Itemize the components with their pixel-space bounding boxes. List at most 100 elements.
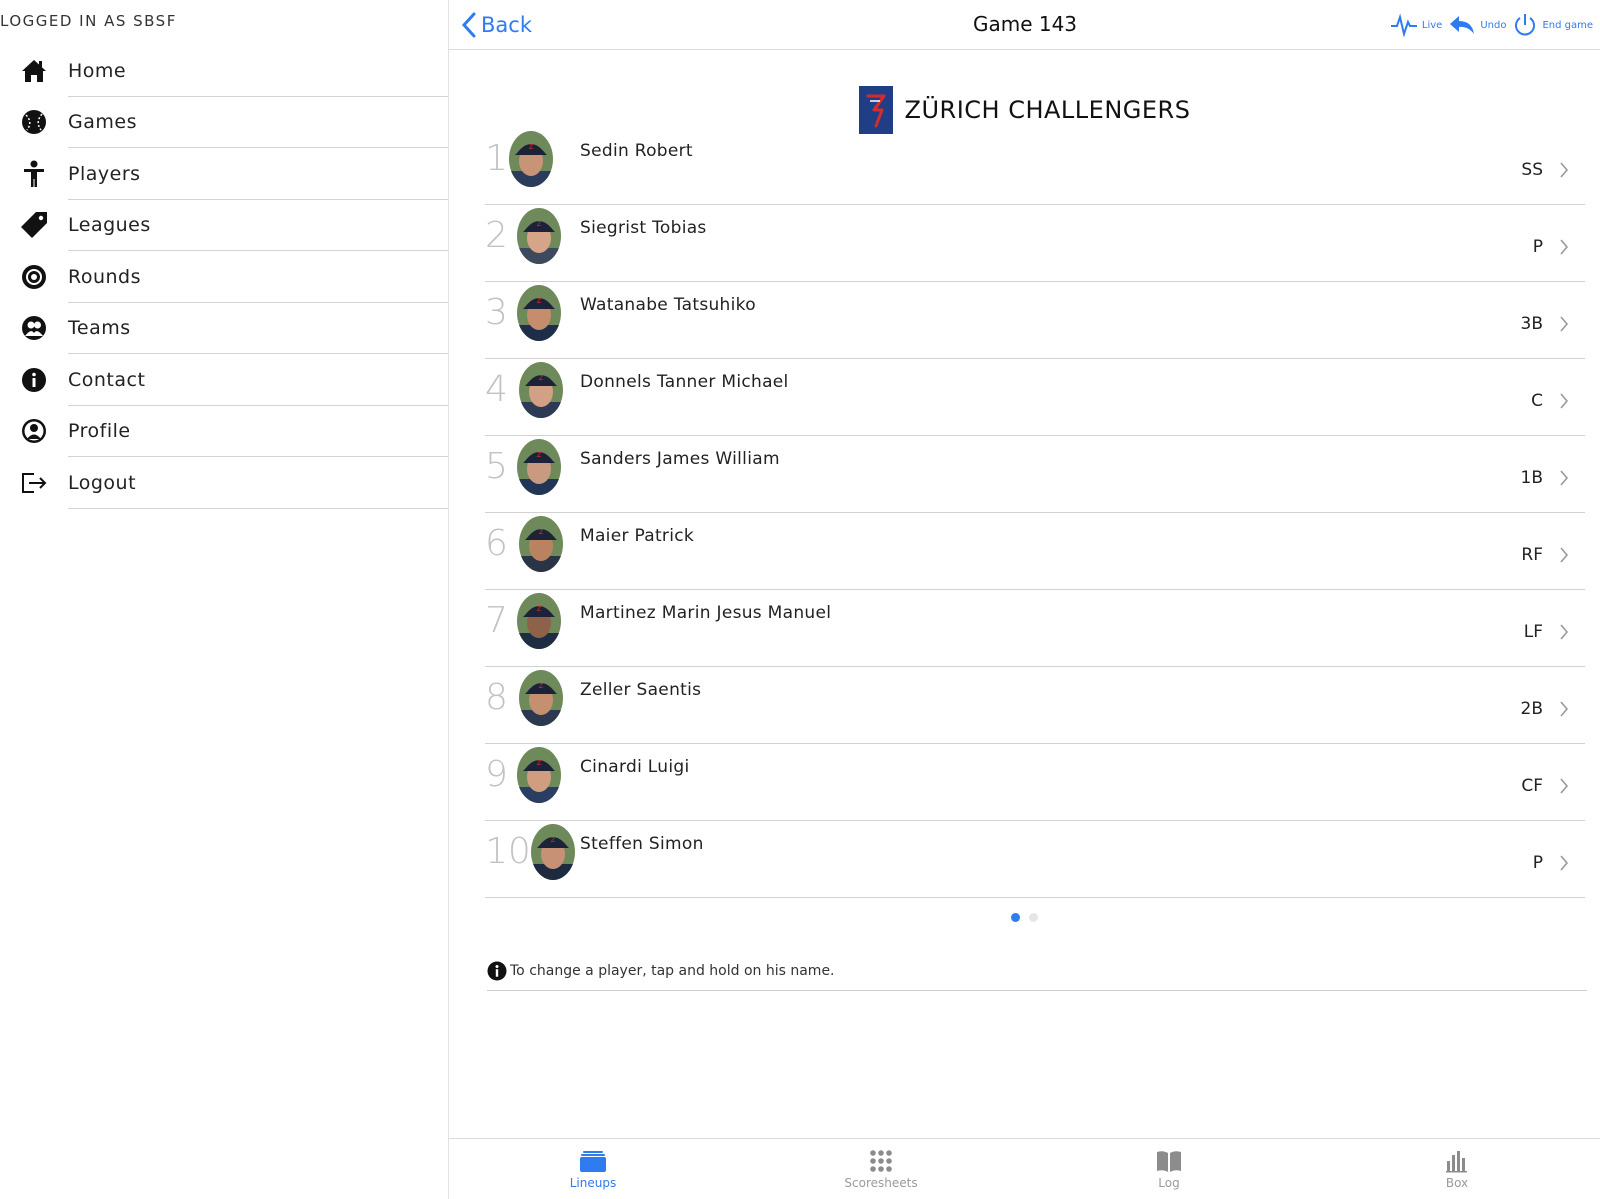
sidebar-item-label: Teams (68, 317, 131, 340)
hint-text: To change a player, tap and hold on his … (510, 962, 835, 979)
lineup-row[interactable]: 8 Z Zeller Saentis 2B (485, 667, 1585, 744)
player-name[interactable]: Steffen Simon (580, 834, 704, 854)
live-button[interactable]: Live (1390, 13, 1442, 37)
player-name[interactable]: Watanabe Tatsuhiko (580, 295, 756, 315)
player-avatar: Z (517, 747, 561, 803)
undo-icon (1450, 16, 1475, 34)
sidebar-item-label: Rounds (68, 265, 142, 288)
sidebar-item-profile[interactable]: Profile (0, 406, 448, 458)
lineup-row[interactable]: 7 Z Martinez Marin Jesus Manuel LF (485, 590, 1585, 667)
sidebar-item-label: Players (68, 162, 141, 185)
chevron-right-icon (1559, 777, 1569, 799)
batting-order-number: 8 (485, 677, 508, 718)
tab-scoresheets[interactable]: Scoresheets (737, 1139, 1025, 1199)
logout-icon (20, 469, 48, 497)
player-position: SS (1521, 160, 1543, 180)
player-avatar: Z (517, 439, 561, 495)
lineup-row[interactable]: 2 Z Siegrist Tobias P (485, 205, 1585, 282)
game-actions: Live Undo End game (1390, 12, 1593, 38)
lineup-row[interactable]: 5 Z Sanders James William 1B (485, 436, 1585, 513)
lineup-row[interactable]: 4 Z Donnels Tanner Michael C (485, 359, 1585, 436)
baseball-icon (20, 108, 48, 136)
player-avatar: Z (517, 208, 561, 264)
tab-lineups[interactable]: Lineups (449, 1139, 737, 1199)
target-icon (20, 263, 48, 291)
player-position: LF (1523, 622, 1543, 642)
player-name[interactable]: Maier Patrick (580, 526, 694, 546)
lineup-list: 1 Z Sedin Robert SS 2 Z Siegrist Tobias P 3 Z Wata… (485, 128, 1585, 898)
sidebar-item-rounds[interactable]: Rounds (0, 251, 448, 303)
player-avatar: Z (519, 670, 563, 726)
team-header: ZÜRICH CHALLENGERS (449, 86, 1600, 134)
page-dot[interactable] (1029, 913, 1038, 922)
player-avatar: Z (517, 593, 561, 649)
chevron-right-icon (1559, 700, 1569, 722)
player-position: 3B (1520, 314, 1543, 334)
player-avatar: Z (519, 516, 563, 572)
batting-order-number: 1 (485, 138, 508, 179)
svg-text:Z: Z (537, 220, 542, 228)
chevron-right-icon (1559, 469, 1569, 491)
sidebar-item-logout[interactable]: Logout (0, 457, 448, 509)
info-icon (487, 961, 507, 980)
batting-order-number: 9 (485, 754, 508, 795)
end-game-button[interactable]: End game (1512, 12, 1593, 38)
sidebar-item-home[interactable]: Home (0, 45, 448, 97)
player-name[interactable]: Siegrist Tobias (580, 218, 707, 238)
lineup-row[interactable]: 3 Z Watanabe Tatsuhiko 3B (485, 282, 1585, 359)
svg-text:Z: Z (539, 374, 544, 382)
svg-text:Z: Z (539, 682, 544, 690)
player-name[interactable]: Sanders James William (580, 449, 780, 469)
chevron-right-icon (1559, 238, 1569, 260)
tag-icon (20, 211, 48, 239)
batting-order-number: 3 (485, 292, 508, 333)
chevron-right-icon (1559, 546, 1569, 568)
player-name[interactable]: Sedin Robert (580, 141, 693, 161)
svg-text:Z: Z (551, 836, 556, 844)
batting-order-number: 4 (485, 369, 508, 410)
lineup-row[interactable]: 9 Z Cinardi Luigi CF (485, 744, 1585, 821)
svg-text:Z: Z (537, 451, 542, 459)
lineup-row[interactable]: 10 Z Steffen Simon P (485, 821, 1585, 898)
player-avatar: Z (519, 362, 563, 418)
player-name[interactable]: Zeller Saentis (580, 680, 701, 700)
person-icon (20, 160, 48, 188)
chevron-right-icon (1559, 392, 1569, 414)
chevron-right-icon (1559, 854, 1569, 876)
lineup-row[interactable]: 6 Z Maier Patrick RF (485, 513, 1585, 590)
batting-order-number: 6 (485, 523, 508, 564)
end-game-label: End game (1542, 19, 1593, 31)
player-position: C (1531, 391, 1543, 411)
book-icon (1157, 1150, 1181, 1172)
player-position: CF (1521, 776, 1543, 796)
lineup-row[interactable]: 1 Z Sedin Robert SS (485, 128, 1585, 205)
batting-order-number: 2 (485, 215, 508, 256)
page-dot[interactable] (1011, 913, 1020, 922)
player-name[interactable]: Martinez Marin Jesus Manuel (580, 603, 831, 623)
sidebar-item-contact[interactable]: Contact (0, 354, 448, 406)
undo-label: Undo (1480, 19, 1507, 31)
profile-icon (20, 417, 48, 445)
tab-label: Log (1158, 1175, 1180, 1190)
batting-order-number: 7 (485, 600, 508, 641)
live-label: Live (1421, 19, 1443, 31)
tab-log[interactable]: Log (1025, 1139, 1313, 1199)
sidebar-item-leagues[interactable]: Leagues (0, 200, 448, 252)
undo-button[interactable]: Undo (1448, 13, 1506, 37)
sidebar: LOGGED IN AS SBSF Home Games Players Lea… (0, 0, 448, 1199)
bar-chart-icon (1446, 1150, 1467, 1172)
tab-box[interactable]: Box (1313, 1139, 1600, 1199)
player-position: 2B (1520, 699, 1543, 719)
team-name: ZÜRICH CHALLENGERS (904, 96, 1191, 124)
player-name[interactable]: Donnels Tanner Michael (580, 372, 789, 392)
player-name[interactable]: Cinardi Luigi (580, 757, 689, 777)
tab-label: Scoresheets (844, 1175, 918, 1190)
sidebar-item-games[interactable]: Games (0, 97, 448, 149)
sidebar-item-label: Logout (68, 471, 137, 494)
player-avatar: Z (509, 131, 553, 187)
batting-order-number: 5 (485, 446, 508, 487)
lineups-icon (580, 1150, 606, 1172)
sidebar-item-teams[interactable]: Teams (0, 303, 448, 355)
chevron-right-icon (1559, 161, 1569, 183)
sidebar-item-players[interactable]: Players (0, 148, 448, 200)
